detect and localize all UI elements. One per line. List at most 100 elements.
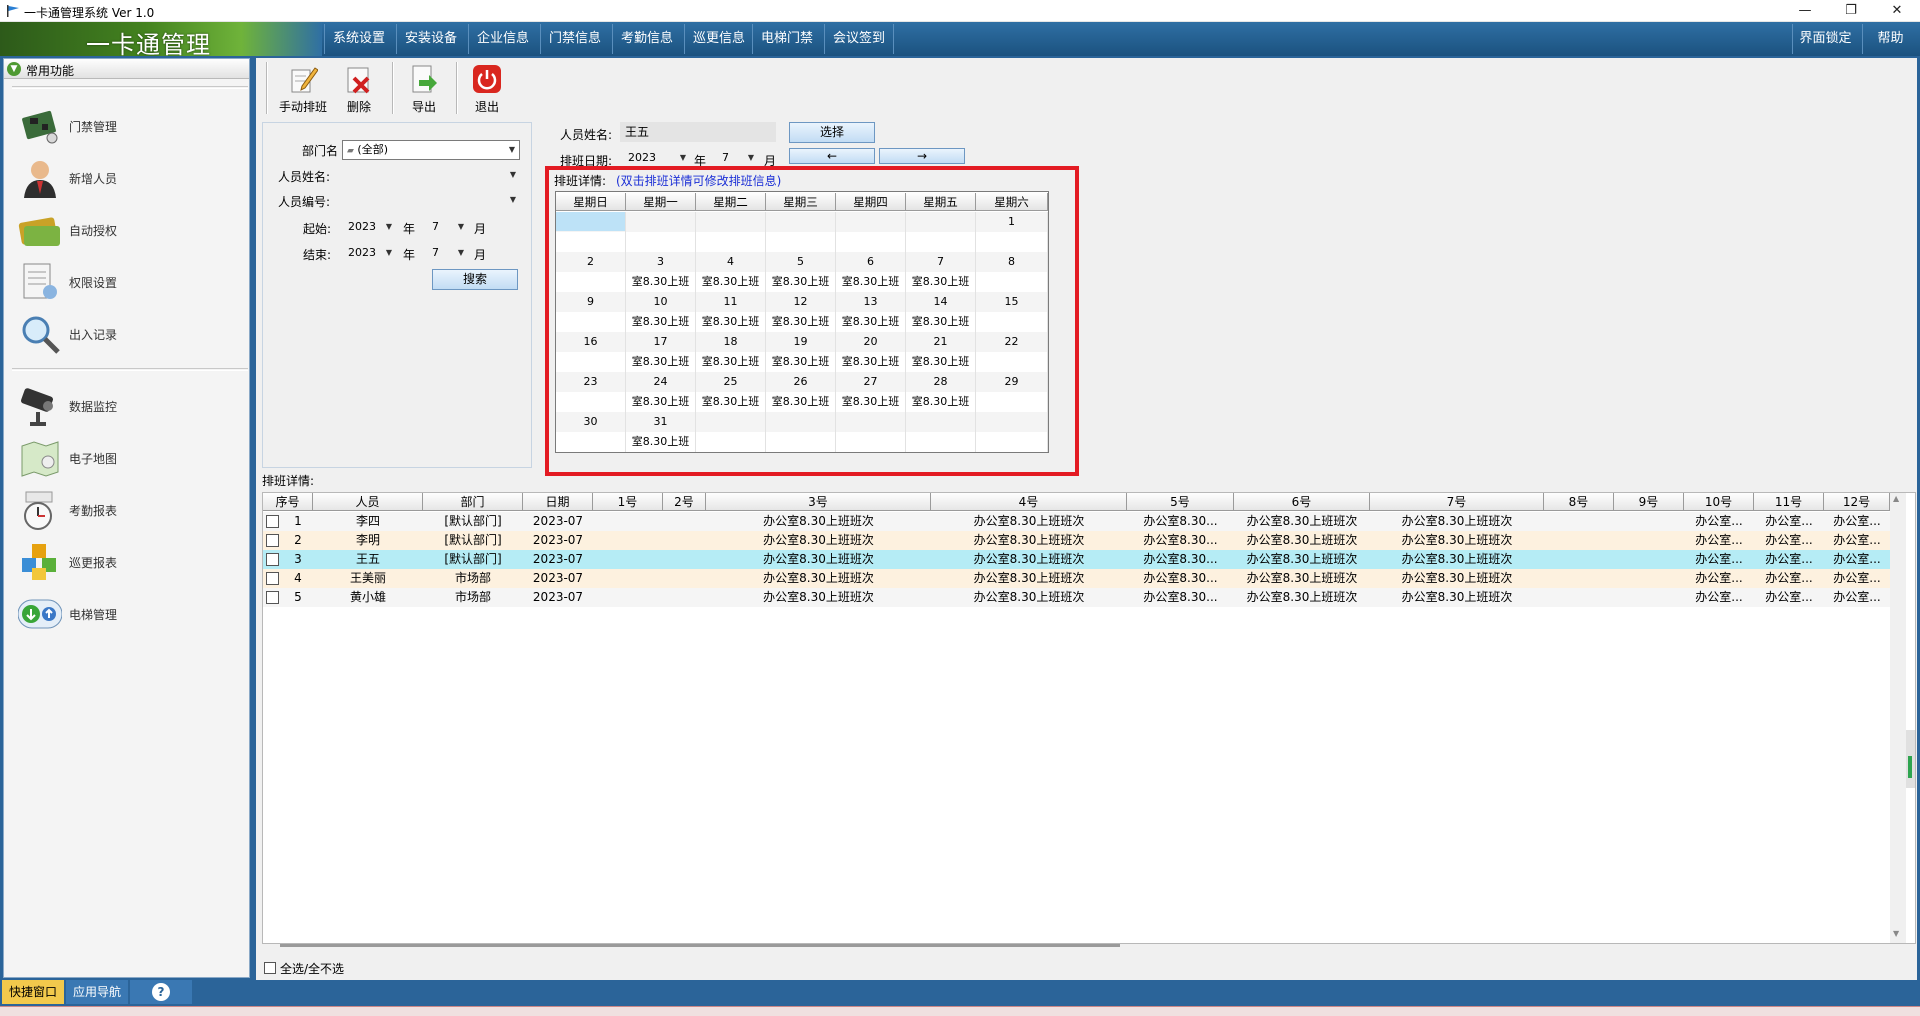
- calendar-shift-cell[interactable]: [976, 272, 1048, 292]
- table-column-header[interactable]: 11号: [1754, 493, 1824, 511]
- select-person-button[interactable]: 选择: [789, 122, 875, 143]
- table-column-header[interactable]: 2号: [663, 493, 706, 511]
- table-column-header[interactable]: 5号: [1127, 493, 1234, 511]
- calendar-shift-cell[interactable]: [696, 232, 766, 252]
- tab-quick-window[interactable]: 快捷窗口: [2, 980, 64, 1004]
- side-scroll-indicator[interactable]: [1906, 730, 1915, 788]
- calendar-shift-cell[interactable]: 室8.30上班: [836, 392, 906, 412]
- calendar-shift-cell[interactable]: [836, 232, 906, 252]
- calendar-day-number[interactable]: 1: [976, 212, 1048, 232]
- dept-select[interactable]: ▰ (全部) ▼: [342, 140, 520, 160]
- calendar-shift-cell[interactable]: 室8.30上班: [696, 392, 766, 412]
- calendar-shift-cell[interactable]: 室8.30上班: [626, 272, 696, 292]
- calendar-shift-cell[interactable]: [766, 432, 836, 452]
- next-month-button[interactable]: →: [879, 148, 965, 164]
- close-button[interactable]: ✕: [1874, 0, 1920, 22]
- manual-schedule-button[interactable]: 手动排班: [276, 62, 330, 116]
- tab-help[interactable]: ?: [130, 980, 192, 1004]
- calendar-shift-cell[interactable]: 室8.30上班: [766, 352, 836, 372]
- calendar-shift-cell[interactable]: 室8.30上班: [906, 272, 976, 292]
- calendar-day-number[interactable]: 22: [976, 332, 1048, 352]
- calendar-shift-cell[interactable]: [976, 352, 1048, 372]
- export-button[interactable]: 导出: [397, 62, 451, 116]
- sidebar-item-auto-authorize[interactable]: 自动授权: [18, 206, 238, 254]
- calendar-day-number[interactable]: 2: [556, 252, 626, 272]
- sidebar-header[interactable]: ▼ 常用功能: [4, 59, 249, 79]
- table-column-header[interactable]: 3号: [706, 493, 931, 511]
- sidebar-item-access-control[interactable]: 门禁管理: [18, 102, 238, 150]
- calendar-day-number[interactable]: 20: [836, 332, 906, 352]
- calendar-day-number[interactable]: 9: [556, 292, 626, 312]
- menu-system-settings[interactable]: 系统设置: [324, 24, 393, 54]
- row-checkbox[interactable]: [266, 591, 279, 604]
- table-column-header[interactable]: 10号: [1684, 493, 1754, 511]
- select-all-label[interactable]: 全选/全不选: [280, 960, 344, 977]
- end-year-select[interactable]: 2023 ▼: [344, 244, 396, 264]
- menu-lock-ui[interactable]: 界面锁定: [1792, 24, 1858, 54]
- vertical-scrollbar[interactable]: ▲ ▼: [1890, 493, 1906, 943]
- calendar-day-number[interactable]: 31: [626, 412, 696, 432]
- calendar-shift-cell[interactable]: 室8.30上班: [906, 312, 976, 332]
- calendar-day-number[interactable]: 8: [976, 252, 1048, 272]
- calendar-day-number[interactable]: 5: [766, 252, 836, 272]
- table-column-header[interactable]: 9号: [1614, 493, 1684, 511]
- calendar-shift-cell[interactable]: 室8.30上班: [766, 312, 836, 332]
- calendar-day-number[interactable]: 13: [836, 292, 906, 312]
- calendar-shift-cell[interactable]: 室8.30上班: [836, 312, 906, 332]
- calendar-shift-cell[interactable]: 室8.30上班: [626, 432, 696, 452]
- calendar-shift-cell[interactable]: [976, 432, 1048, 452]
- calendar-day-number[interactable]: 24: [626, 372, 696, 392]
- calendar-day-number[interactable]: 17: [626, 332, 696, 352]
- menu-attendance-info[interactable]: 考勤信息: [612, 24, 681, 54]
- calendar-shift-cell[interactable]: 室8.30上班: [836, 352, 906, 372]
- table-column-header[interactable]: 8号: [1544, 493, 1614, 511]
- start-year-select[interactable]: 2023 ▼: [344, 218, 396, 238]
- minimize-button[interactable]: —: [1782, 0, 1828, 22]
- table-column-header[interactable]: 序号: [263, 493, 313, 511]
- start-month-select[interactable]: 7 ▼: [428, 218, 468, 238]
- calendar-shift-cell[interactable]: 室8.30上班: [696, 312, 766, 332]
- id-select[interactable]: ▼: [342, 191, 520, 211]
- restore-button[interactable]: ❐: [1828, 0, 1874, 22]
- name-select[interactable]: ▼: [342, 166, 520, 186]
- calendar-shift-cell[interactable]: 室8.30上班: [906, 352, 976, 372]
- calendar-day-number[interactable]: 18: [696, 332, 766, 352]
- calendar-day-number[interactable]: [696, 212, 766, 232]
- calendar-shift-cell[interactable]: 室8.30上班: [836, 272, 906, 292]
- calendar-shift-cell[interactable]: 室8.30上班: [626, 312, 696, 332]
- row-checkbox[interactable]: [266, 534, 279, 547]
- exit-button[interactable]: 退出: [460, 62, 514, 116]
- calendar-day-number[interactable]: 30: [556, 412, 626, 432]
- sidebar-item-electronic-map[interactable]: 电子地图: [18, 434, 238, 482]
- calendar-shift-cell[interactable]: [626, 232, 696, 252]
- calendar-shift-cell[interactable]: [556, 352, 626, 372]
- calendar-shift-cell[interactable]: 室8.30上班: [696, 272, 766, 292]
- table-column-header[interactable]: 1号: [593, 493, 663, 511]
- calendar-day-number[interactable]: 16: [556, 332, 626, 352]
- table-column-header[interactable]: 部门: [423, 493, 523, 511]
- sidebar-item-permission-settings[interactable]: 权限设置: [18, 258, 238, 306]
- calendar-day-number[interactable]: 15: [976, 292, 1048, 312]
- calendar-day-number[interactable]: [836, 412, 906, 432]
- calendar-day-number[interactable]: [626, 212, 696, 232]
- calendar-shift-cell[interactable]: [556, 232, 626, 252]
- calendar-day-number[interactable]: [766, 212, 836, 232]
- calendar-day-number[interactable]: 21: [906, 332, 976, 352]
- scroll-up-icon[interactable]: ▲: [1893, 494, 1899, 503]
- calendar-day-number[interactable]: [556, 212, 626, 232]
- calendar-shift-cell[interactable]: 室8.30上班: [626, 392, 696, 412]
- calendar-shift-cell[interactable]: [696, 432, 766, 452]
- calendar-day-number[interactable]: [976, 412, 1048, 432]
- calendar-day-number[interactable]: 12: [766, 292, 836, 312]
- calendar-shift-cell[interactable]: 室8.30上班: [766, 272, 836, 292]
- prev-month-button[interactable]: ←: [789, 148, 875, 164]
- calendar-day-number[interactable]: 19: [766, 332, 836, 352]
- row-checkbox[interactable]: [266, 553, 279, 566]
- calendar-day-number[interactable]: 29: [976, 372, 1048, 392]
- search-button[interactable]: 搜索: [432, 269, 518, 290]
- menu-patrol-info[interactable]: 巡更信息: [684, 24, 753, 54]
- calendar-day-number[interactable]: 11: [696, 292, 766, 312]
- sidebar-item-data-monitor[interactable]: 数据监控: [18, 382, 238, 430]
- calendar-day-number[interactable]: 10: [626, 292, 696, 312]
- tab-app-navigation[interactable]: 应用导航: [66, 980, 128, 1004]
